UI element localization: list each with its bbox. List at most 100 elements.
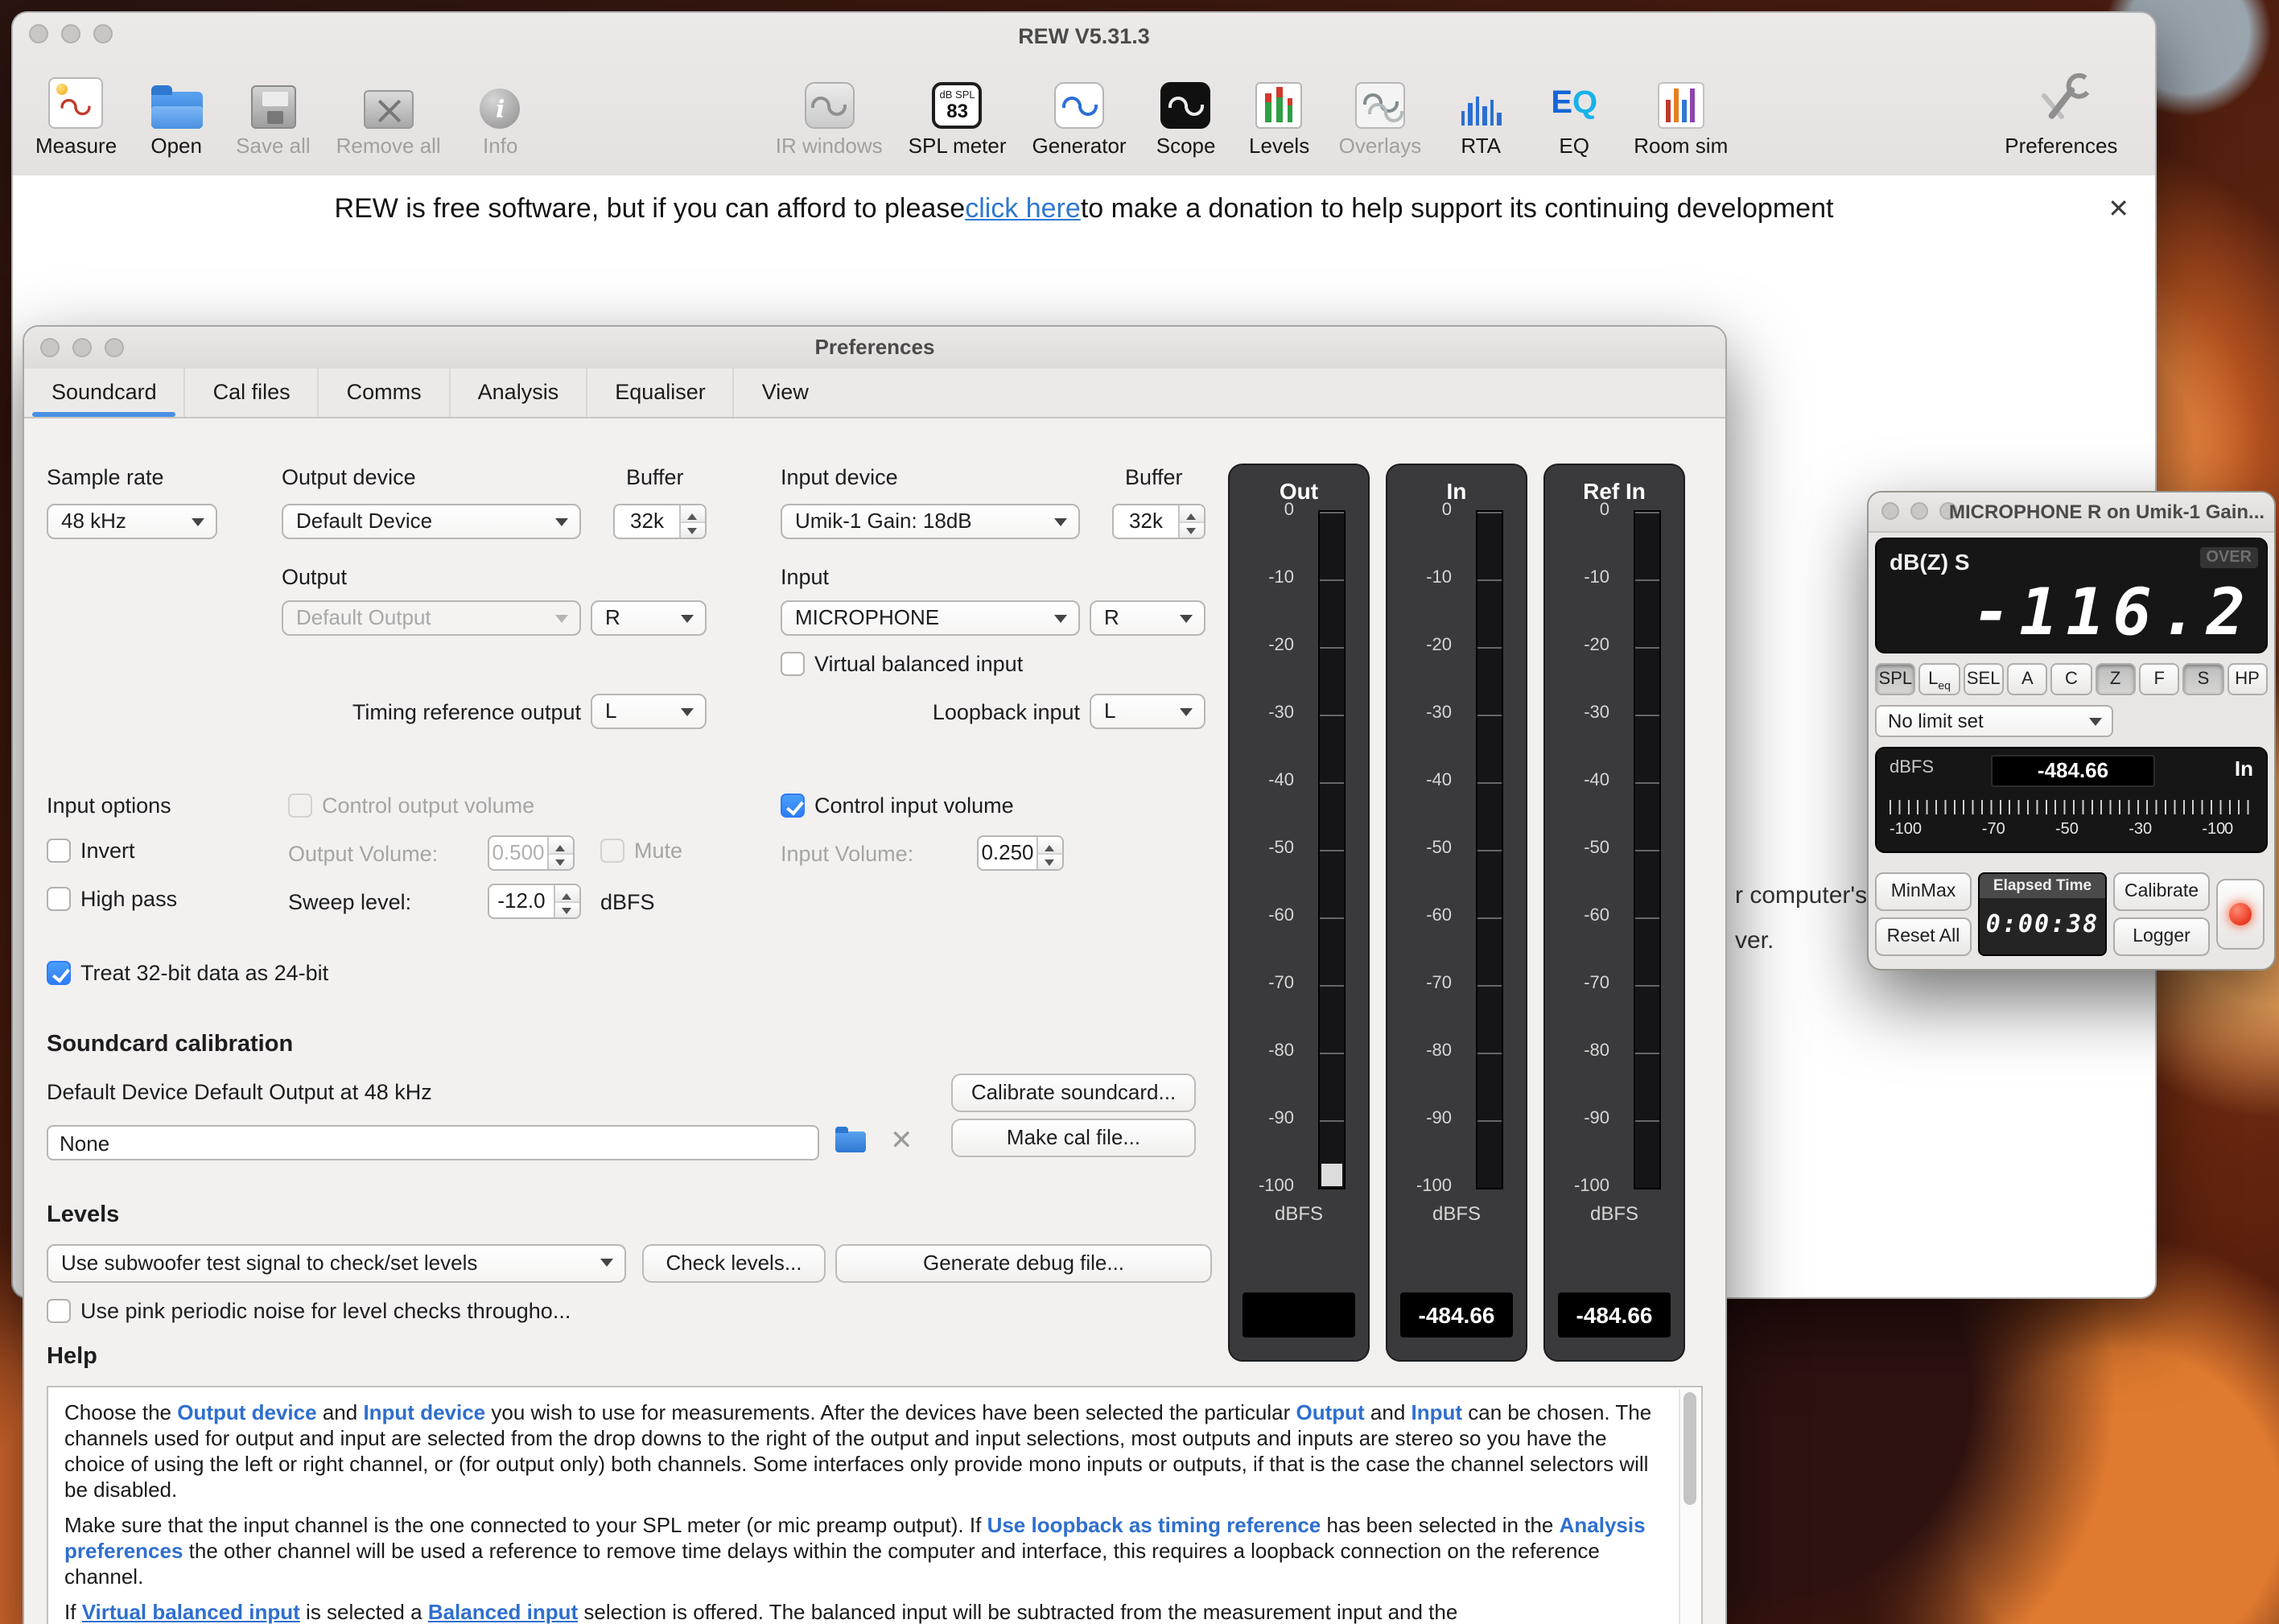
eq-icon: EQ xyxy=(1547,77,1601,129)
pink-noise-checkbox[interactable] xyxy=(47,1299,71,1323)
spl-button-a[interactable]: A xyxy=(2007,663,2048,695)
generate-debug-button[interactable]: Generate debug file... xyxy=(835,1244,1212,1283)
tab-soundcard[interactable]: Soundcard xyxy=(24,369,184,417)
spl-button-z[interactable]: Z xyxy=(2095,663,2136,695)
toolbar-label: SPL meter xyxy=(909,134,1007,158)
spl-button-sel[interactable]: SEL xyxy=(1963,663,2004,695)
loopback-input-select[interactable]: L xyxy=(1090,694,1205,729)
toolbar-overlays: Overlays xyxy=(1339,64,1422,158)
stepper-arrows[interactable] xyxy=(1036,837,1062,869)
help-link[interactable]: Output xyxy=(1296,1400,1365,1424)
help-link[interactable]: Output device xyxy=(177,1400,316,1424)
output-device-select[interactable]: Default Device xyxy=(282,504,581,539)
mute-label: Mute xyxy=(634,839,682,863)
toolbar-scope[interactable]: Scope xyxy=(1152,64,1220,158)
calibrate-button[interactable]: Calibrate xyxy=(2113,872,2210,911)
spl-button-c[interactable]: C xyxy=(2051,663,2092,695)
limit-select[interactable]: No limit set xyxy=(1875,705,2113,737)
tab-comms[interactable]: Comms xyxy=(318,369,449,417)
buffer-value: 32k xyxy=(615,505,679,538)
toolbar-room-sim[interactable]: Room sim xyxy=(1634,64,1728,158)
invert-checkbox[interactable] xyxy=(47,839,71,863)
treat-32bit-checkbox[interactable] xyxy=(47,961,71,985)
timing-reference-select[interactable]: L xyxy=(591,694,707,729)
help-text: selection is offered. The balanced input… xyxy=(578,1600,1457,1624)
toolbar-label: RTA xyxy=(1461,134,1501,158)
tab-cal-files[interactable]: Cal files xyxy=(184,369,318,417)
toolbar-spl-meter[interactable]: dB SPL83SPL meter xyxy=(909,64,1007,158)
donation-link[interactable]: click here xyxy=(965,193,1081,225)
control-input-volume-checkbox[interactable] xyxy=(781,793,805,818)
minimize-button[interactable] xyxy=(1910,502,1928,520)
stepper-arrows[interactable] xyxy=(554,885,579,917)
spl-button-leq[interactable]: Leq xyxy=(1919,663,1960,695)
output-buffer-stepper[interactable]: 32k xyxy=(613,504,707,539)
rta-bar xyxy=(1497,113,1501,126)
high-pass-checkbox[interactable] xyxy=(47,887,71,911)
meter-channel-label: Ref In xyxy=(1545,478,1683,504)
stepper-arrows[interactable] xyxy=(1178,505,1204,538)
spl-scale-label: -30 xyxy=(2129,821,2152,839)
spl-button-hp[interactable]: HP xyxy=(2227,663,2268,695)
toolbar-measure[interactable]: Measure xyxy=(35,64,117,158)
browse-folder-icon[interactable] xyxy=(835,1131,866,1152)
help-text: is selected a xyxy=(300,1600,428,1624)
spl-scale-label: -100 xyxy=(1890,821,1922,839)
spl-button-spl[interactable]: SPL xyxy=(1875,663,1916,695)
tab-view[interactable]: View xyxy=(733,369,836,417)
sweep-level-stepper[interactable]: -12.0 xyxy=(488,884,581,919)
output-device-label: Output device xyxy=(282,465,416,489)
input-channel-select[interactable]: R xyxy=(1090,600,1205,636)
help-link[interactable]: Input device xyxy=(363,1400,485,1424)
logger-button[interactable]: Logger xyxy=(2113,917,2210,956)
banner-close-icon[interactable]: ✕ xyxy=(2108,193,2129,225)
meter-unit-label: dBFS xyxy=(1230,1202,1368,1225)
spl-scale-label: -10 xyxy=(2202,821,2225,839)
check-levels-button[interactable]: Check levels... xyxy=(642,1244,826,1283)
input-select[interactable]: MICROPHONE xyxy=(781,600,1080,636)
levels-mode-select[interactable]: Use subwoofer test signal to check/set l… xyxy=(47,1244,626,1283)
help-scrollbar-thumb[interactable] xyxy=(1683,1392,1696,1505)
room-bar xyxy=(1691,89,1696,122)
meter-unit-label: dBFS xyxy=(1387,1202,1526,1225)
tab-equaliser[interactable]: Equaliser xyxy=(586,369,733,417)
help-link[interactable]: Use loopback as timing reference xyxy=(987,1513,1321,1537)
clear-calibration-icon[interactable]: ✕ xyxy=(890,1125,913,1157)
rta-bar xyxy=(1490,100,1494,126)
stepper-arrows[interactable] xyxy=(679,505,705,538)
input-volume-stepper[interactable]: 0.250 xyxy=(977,835,1064,871)
close-button[interactable] xyxy=(1881,502,1899,520)
help-link[interactable]: Input xyxy=(1411,1400,1463,1424)
record-button[interactable] xyxy=(2216,879,2265,950)
help-link[interactable]: Balanced input xyxy=(428,1600,578,1624)
toolbar-preferences[interactable]: Preferences xyxy=(2005,64,2117,158)
calibrate-soundcard-button[interactable]: Calibrate soundcard... xyxy=(951,1074,1196,1112)
toolbar-spacer xyxy=(560,64,750,80)
dbfs-tick-strip xyxy=(1890,800,2253,814)
tab-analysis[interactable]: Analysis xyxy=(449,369,587,417)
toolbar-open[interactable]: Open xyxy=(142,64,210,158)
toolbar-generator[interactable]: Generator xyxy=(1032,64,1127,158)
input-device-select[interactable]: Umik-1 Gain: 18dB xyxy=(781,504,1080,539)
output-select: Default Output xyxy=(282,600,581,636)
make-cal-file-button[interactable]: Make cal file... xyxy=(951,1119,1196,1157)
spl-button-f[interactable]: F xyxy=(2139,663,2180,695)
output-channel-select[interactable]: R xyxy=(591,600,707,636)
sample-rate-select[interactable]: 48 kHz xyxy=(47,504,217,539)
input-buffer-stepper[interactable]: 32k xyxy=(1112,504,1205,539)
spl-button-s[interactable]: S xyxy=(2183,663,2224,695)
meter-scale-label: -80 xyxy=(1268,1041,1294,1061)
spl-reading: -116.2 xyxy=(1972,578,2253,649)
toolbar-rta[interactable]: RTA xyxy=(1447,64,1515,158)
virtual-balanced-input-checkbox[interactable] xyxy=(781,652,805,676)
spl-dbfs-meter: dBFS -484.66 In -100-70-50-30-100 xyxy=(1875,747,2268,853)
help-link[interactable]: Virtual balanced input xyxy=(82,1600,300,1624)
minmax-button[interactable]: MinMax xyxy=(1875,872,1972,911)
calibration-file-input[interactable] xyxy=(47,1125,819,1160)
waveform-glyph xyxy=(811,96,847,115)
reset-all-button[interactable]: Reset All xyxy=(1875,917,1972,956)
toolbar-levels[interactable]: Levels xyxy=(1246,64,1313,158)
toolbar-eq[interactable]: EQEQ xyxy=(1540,64,1608,158)
levels-icon xyxy=(1256,82,1303,129)
toolbar-label: Save all xyxy=(236,134,311,158)
